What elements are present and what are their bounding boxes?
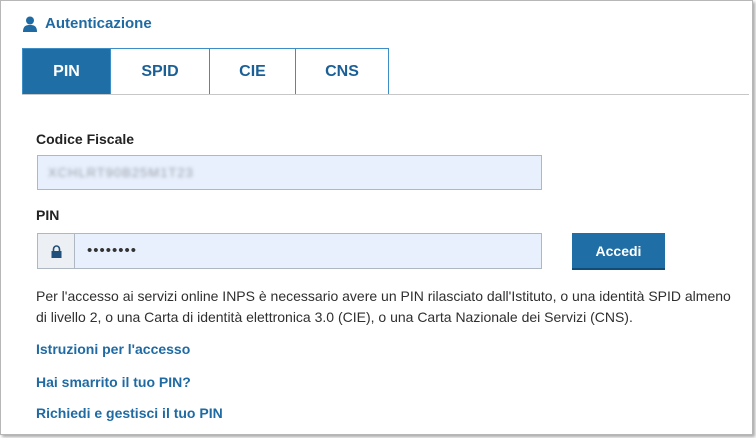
tab-cie[interactable]: CIE [210,49,296,95]
instructions-link[interactable]: Istruzioni per l'accesso [36,341,190,357]
accedi-button[interactable]: Accedi [572,233,665,268]
pin-label: PIN [36,207,60,223]
tab-spid[interactable]: SPID [111,49,210,95]
auth-panel: Autenticazione PIN SPID CIE CNS Codice F… [0,0,753,435]
lock-icon [51,244,61,258]
request-pin-link[interactable]: Richiedi e gestisci il tuo PIN [36,405,223,421]
codice-fiscale-value: XCHLRT90B25M1T23 [48,165,194,180]
auth-header: Autenticazione [23,15,152,32]
info-text: Per l'accesso ai servizi online INPS è n… [36,288,731,325]
codice-fiscale-input[interactable]: XCHLRT90B25M1T23 [37,155,542,190]
codice-fiscale-label: Codice Fiscale [36,131,135,147]
pin-field-group: •••••••• [37,233,542,269]
auth-tabs: PIN SPID CIE CNS [22,48,389,95]
user-icon [23,16,37,32]
auth-title: Autenticazione [45,15,152,32]
tab-pin[interactable]: PIN [23,49,111,95]
tab-cns[interactable]: CNS [296,49,389,95]
pin-login-form: Codice Fiscale XCHLRT90B25M1T23 PIN ••••… [22,94,749,435]
lock-icon-box [37,233,75,269]
pin-input[interactable]: •••••••• [75,233,542,269]
lost-pin-link[interactable]: Hai smarrito il tuo PIN? [36,374,191,390]
